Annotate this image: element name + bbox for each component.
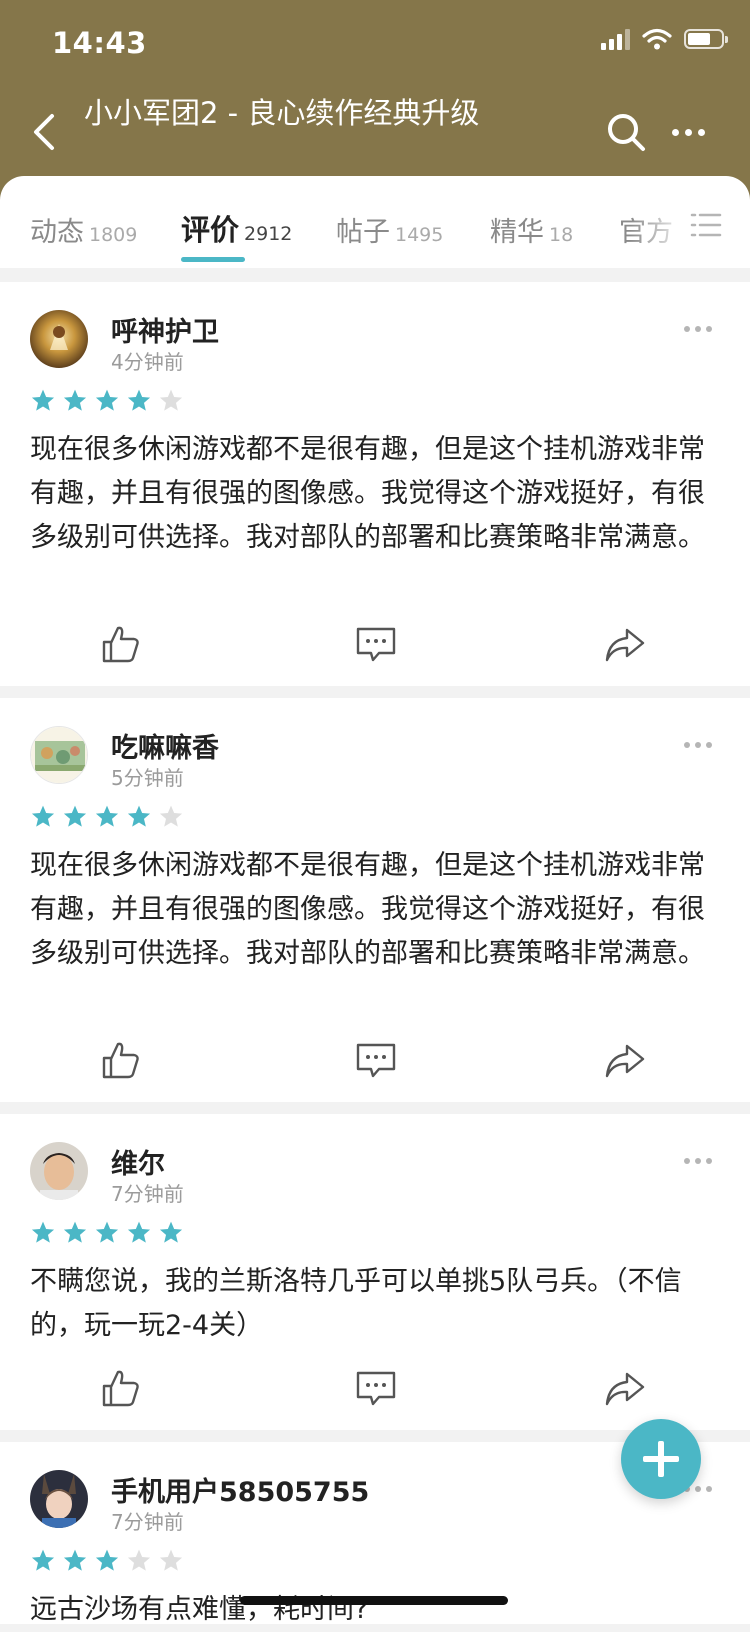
review-text[interactable]: 不瞒您说，我的兰斯洛特几乎可以单挑5队弓兵。（不信的，玩一玩2-4关）: [30, 1260, 720, 1348]
review-card: 吃嘛嘛香 5分钟前 现在很多休闲游戏都不是很有趣，但是这个挂机游戏非常有趣，并且…: [0, 698, 750, 1102]
review-text[interactable]: 现在很多休闲游戏都不是很有趣，但是这个挂机游戏非常有趣，并且有很强的图像感。我觉…: [30, 428, 720, 560]
star-filled-icon: [95, 1221, 119, 1243]
review-user-name[interactable]: 吃嘛嘛香: [111, 726, 219, 765]
star-filled-icon: [31, 1549, 55, 1571]
review-more-icon[interactable]: [684, 326, 714, 336]
star-filled-icon: [95, 1549, 119, 1571]
review-user-name[interactable]: 呼神护卫: [111, 310, 219, 349]
review-card: 维尔 7分钟前 不瞒您说，我的兰斯洛特几乎可以单挑5队弓兵。（不信的，玩一玩2-…: [0, 1114, 750, 1430]
tab-label: 动态: [30, 217, 84, 248]
search-icon[interactable]: [604, 110, 648, 154]
review-time: 4分钟前: [111, 350, 184, 374]
star-filled-icon: [31, 805, 55, 827]
tab-menu-icon[interactable]: [690, 211, 722, 239]
tab-bar: 动态1809 评价2912 帖子1495 精华18 官方: [0, 176, 750, 268]
avatar[interactable]: [30, 726, 88, 784]
page-title: 小小军团2 - 良心续作经典升级: [84, 96, 480, 130]
tab-reviews[interactable]: 评价 2912: [181, 207, 292, 249]
star-filled-icon: [127, 1221, 151, 1243]
more-options-icon[interactable]: [672, 114, 716, 150]
status-time: 14:43: [52, 26, 147, 60]
comment-icon[interactable]: [354, 1040, 398, 1080]
rating-stars: [30, 388, 184, 414]
back-button[interactable]: [26, 110, 66, 154]
star-empty-icon: [127, 1549, 151, 1571]
star-filled-icon: [95, 805, 119, 827]
avatar[interactable]: [30, 310, 88, 368]
star-filled-icon: [31, 1221, 55, 1243]
rating-stars: [30, 1220, 184, 1246]
cellular-signal-icon: [601, 28, 630, 50]
tab-posts[interactable]: 帖子 1495: [336, 210, 443, 249]
app-header: 14:43 小小军团2 - 良心续作经典升级: [0, 0, 750, 200]
review-time: 7分钟前: [111, 1182, 184, 1206]
wifi-icon: [642, 28, 672, 50]
share-icon[interactable]: [603, 1368, 647, 1408]
comment-icon[interactable]: [354, 1368, 398, 1408]
review-user-name[interactable]: 手机用户58505755: [111, 1470, 369, 1509]
tab-count: 1809: [89, 224, 138, 246]
review-more-icon[interactable]: [684, 1158, 714, 1168]
star-filled-icon: [31, 389, 55, 411]
star-filled-icon: [95, 389, 119, 411]
share-icon[interactable]: [603, 624, 647, 664]
star-filled-icon: [63, 1549, 87, 1571]
tab-label: 帖子: [336, 217, 390, 248]
tab-count: 2912: [244, 223, 293, 245]
review-user-name[interactable]: 维尔: [111, 1142, 165, 1181]
tab-count: 18: [549, 224, 574, 246]
star-filled-icon: [159, 1221, 183, 1243]
battery-icon: [684, 29, 728, 49]
avatar[interactable]: [30, 1142, 88, 1200]
tab-label: 评价: [181, 213, 240, 247]
status-icons: [601, 28, 728, 50]
star-filled-icon: [127, 389, 151, 411]
review-time: 7分钟前: [111, 1510, 184, 1534]
star-filled-icon: [63, 805, 87, 827]
star-filled-icon: [127, 805, 151, 827]
rating-stars: [30, 804, 184, 830]
avatar[interactable]: [30, 1470, 88, 1528]
tab-label: 精华: [490, 217, 544, 248]
star-empty-icon: [159, 1549, 183, 1571]
star-filled-icon: [63, 389, 87, 411]
like-icon[interactable]: [100, 624, 144, 664]
tab-count: 1495: [395, 224, 444, 246]
tab-featured[interactable]: 精华 18: [490, 210, 573, 249]
review-time: 5分钟前: [111, 766, 184, 790]
review-card: 呼神护卫 4分钟前 现在很多休闲游戏都不是很有趣，但是这个挂机游戏非常有趣，并且…: [0, 282, 750, 686]
star-empty-icon: [159, 805, 183, 827]
star-empty-icon: [159, 389, 183, 411]
share-icon[interactable]: [603, 1040, 647, 1080]
review-more-icon[interactable]: [684, 742, 714, 752]
tab-fade: [630, 176, 690, 268]
review-text[interactable]: 远古沙场有点难懂，耗时间?: [30, 1588, 720, 1632]
active-tab-indicator: [181, 257, 245, 262]
add-review-button[interactable]: [621, 1419, 701, 1499]
review-text[interactable]: 现在很多休闲游戏都不是很有趣，但是这个挂机游戏非常有趣，并且有很强的图像感。我觉…: [30, 844, 720, 976]
like-icon[interactable]: [100, 1040, 144, 1080]
tab-activity[interactable]: 动态 1809: [30, 210, 137, 249]
rating-stars: [30, 1548, 184, 1574]
comment-icon[interactable]: [354, 624, 398, 664]
star-filled-icon: [63, 1221, 87, 1243]
home-indicator[interactable]: [240, 1596, 508, 1605]
like-icon[interactable]: [100, 1368, 144, 1408]
